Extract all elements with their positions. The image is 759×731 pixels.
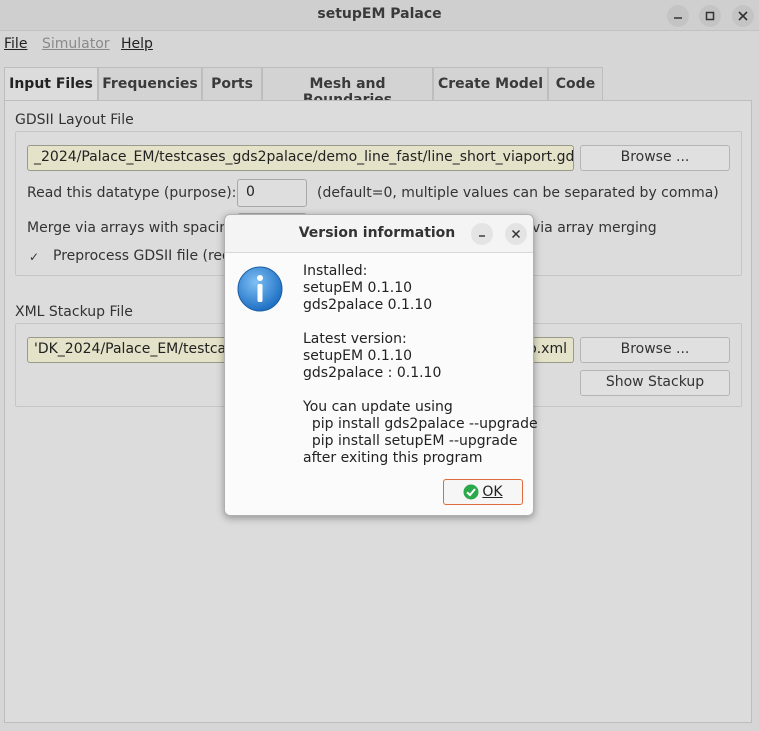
tab-frequencies[interactable]: Frequencies — [98, 67, 202, 100]
xml-group-label: XML Stackup File — [15, 304, 133, 320]
tab-ports[interactable]: Ports — [202, 67, 262, 100]
gdsii-group-label: GDSII Layout File — [15, 112, 134, 128]
dialog-title-bar: Version information — [225, 215, 533, 253]
xml-path-left: 'DK_2024/Palace_EM/testcas — [34, 341, 234, 357]
dialog-title: Version information — [298, 225, 456, 241]
message-line — [303, 314, 538, 331]
message-line: pip install gds2palace --upgrade — [303, 416, 538, 432]
minimize-icon — [674, 17, 682, 19]
maximize-button[interactable] — [699, 5, 721, 27]
check-icon — [463, 484, 479, 500]
preprocess-label: Preprocess GDSII file (requ — [53, 248, 240, 264]
minimize-button[interactable] — [667, 5, 689, 27]
dialog-message: Installed: setupEM 0.1.10 gds2palace 0.1… — [303, 263, 538, 467]
ok-button[interactable]: OK — [443, 479, 523, 505]
message-line: Latest version: — [303, 331, 407, 347]
message-line: gds2palace 0.1.10 — [303, 297, 433, 313]
datatype-input[interactable]: 0 — [237, 179, 307, 207]
gdsii-path-field[interactable]: _2024/Palace_EM/testcases_gds2palace/dem… — [27, 145, 574, 171]
gdsii-browse-button[interactable]: Browse ... — [580, 145, 730, 171]
info-icon — [237, 266, 283, 312]
menu-bar: File Simulator Help — [0, 33, 759, 55]
dialog-close-button[interactable] — [505, 223, 527, 245]
preprocess-checkbox[interactable]: ✓ — [27, 250, 41, 264]
merge-hint: via array merging — [532, 220, 657, 236]
menu-file[interactable]: File — [4, 36, 27, 52]
minimize-icon — [479, 235, 485, 237]
close-icon — [511, 229, 521, 239]
message-line: gds2palace : 0.1.10 — [303, 365, 442, 381]
menu-help[interactable]: Help — [121, 36, 153, 52]
tab-input-files[interactable]: Input Files — [4, 67, 98, 102]
message-line: You can update using — [303, 399, 453, 415]
datatype-label: Read this datatype (purpose): — [27, 185, 237, 201]
ok-label: OK — [482, 484, 503, 500]
datatype-hint: (default=0, multiple values can be separ… — [317, 185, 719, 201]
message-line: Installed: — [303, 263, 368, 279]
window-title: setupEM Palace — [317, 6, 442, 22]
message-line: pip install setupEM --upgrade — [303, 433, 518, 449]
tab-code[interactable]: Code — [548, 67, 603, 100]
maximize-icon — [705, 11, 715, 21]
menu-simulator[interactable]: Simulator — [42, 36, 110, 52]
message-line — [303, 382, 538, 399]
title-bar: setupEM Palace — [0, 0, 759, 31]
show-stackup-button[interactable]: Show Stackup — [580, 370, 730, 396]
xml-browse-button[interactable]: Browse ... — [580, 337, 730, 363]
merge-label: Merge via arrays with spacing — [27, 220, 238, 236]
message-line: after exiting this program — [303, 450, 483, 466]
tab-mesh-and-boundaries[interactable]: Mesh and Boundaries — [262, 67, 433, 108]
close-icon — [738, 11, 748, 21]
close-button[interactable] — [732, 5, 754, 27]
tab-create-model[interactable]: Create Model — [433, 67, 548, 100]
message-line: setupEM 0.1.10 — [303, 280, 413, 296]
version-dialog: Version information Installed: setupEM 0… — [224, 214, 538, 516]
message-line: setupEM 0.1.10 — [303, 348, 413, 364]
dialog-minimize-button[interactable] — [471, 223, 493, 245]
